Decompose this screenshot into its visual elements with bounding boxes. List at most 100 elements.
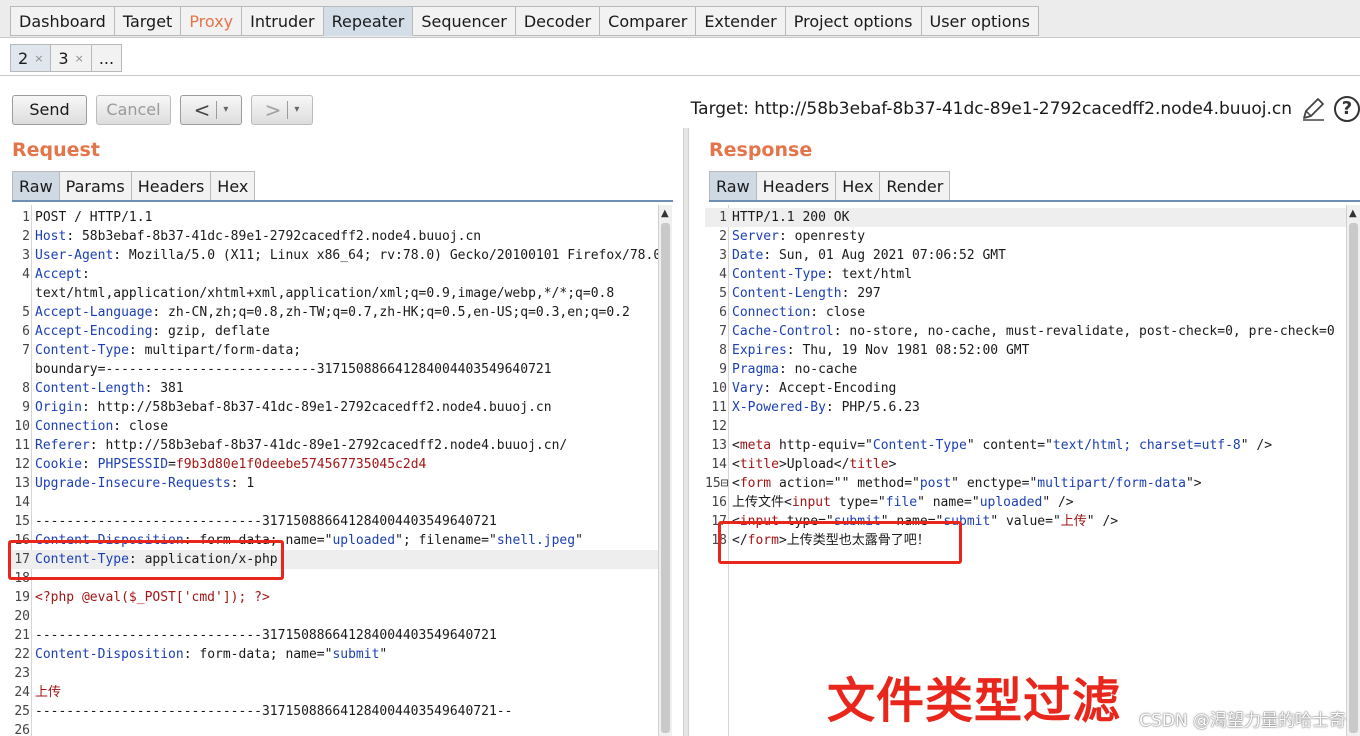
tab-repeater[interactable]: Repeater bbox=[323, 6, 414, 36]
code-token: boundary=---------------------------3171… bbox=[35, 362, 552, 377]
code-token: : http://58b3ebaf-8b37-41dc-89e1-2792cac… bbox=[89, 438, 568, 453]
code-token: X-Powered-By bbox=[732, 400, 826, 415]
response-tab-hex[interactable]: Hex bbox=[836, 171, 881, 201]
history-forward-button[interactable]: > ▾ bbox=[251, 95, 313, 125]
code-line: 11 X-Powered-By: PHP/5.6.23 bbox=[705, 398, 1346, 417]
line-number: 22 bbox=[14, 647, 30, 662]
repeater-tab[interactable]: ... bbox=[91, 44, 123, 72]
code-token: Host bbox=[35, 229, 67, 244]
code-token: meta bbox=[739, 438, 772, 453]
code-token: Content-Type bbox=[732, 267, 826, 282]
code-token: text/html,application/xhtml+xml,applicat… bbox=[35, 286, 615, 301]
help-icon[interactable]: ? bbox=[1334, 96, 1360, 122]
request-scrollbar[interactable]: ▲ bbox=[658, 205, 672, 736]
code-token: " /> bbox=[1042, 495, 1074, 510]
response-message-highlight-box bbox=[718, 521, 962, 564]
repeater-tab[interactable]: 3 × bbox=[51, 44, 92, 72]
tab-intruder[interactable]: Intruder bbox=[242, 6, 324, 36]
response-tab-raw[interactable]: Raw bbox=[709, 171, 757, 201]
response-tab-headers[interactable]: Headers bbox=[756, 171, 837, 201]
code-token: uploaded bbox=[332, 533, 396, 548]
code-token: HTTP/1.1 200 OK bbox=[732, 210, 850, 225]
code-token: -----------------------------31715088664… bbox=[35, 514, 497, 529]
request-tab-raw[interactable]: Raw bbox=[12, 171, 60, 201]
code-token: "> bbox=[1185, 476, 1202, 491]
tab-target[interactable]: Target bbox=[114, 6, 182, 36]
tab-extender[interactable]: Extender bbox=[696, 6, 786, 36]
button-separator bbox=[216, 101, 218, 119]
code-line: 9 Origin: http://58b3ebaf-8b37-41dc-89e1-… bbox=[8, 398, 658, 417]
close-icon[interactable]: × bbox=[75, 45, 84, 72]
code-token: " bbox=[966, 438, 983, 453]
code-line: 1 POST / HTTP/1.1 bbox=[8, 208, 658, 227]
line-content: <form action="" method="post" enctype="m… bbox=[732, 474, 1202, 493]
cancel-button[interactable]: Cancel bbox=[96, 95, 171, 125]
code-token: : form-data; name=" bbox=[183, 647, 333, 662]
scrollbar-thumb[interactable] bbox=[1349, 223, 1358, 733]
code-token: Upgrade-Insecure-Requests bbox=[35, 476, 231, 491]
line-content: -----------------------------31715088664… bbox=[35, 512, 497, 531]
tab-sequencer[interactable]: Sequencer bbox=[413, 6, 516, 36]
code-line: text/html,application/xhtml+xml,applicat… bbox=[8, 284, 658, 303]
request-editor[interactable]: 1 POST / HTTP/1.1 2 Host: 58b3ebaf-8b37-41d… bbox=[8, 205, 658, 736]
response-editor[interactable]: 1 HTTP/1.1 200 OK 2 Server: openresty 3 Date:… bbox=[705, 205, 1346, 736]
code-line: boundary=---------------------------3171… bbox=[8, 360, 658, 379]
line-content: HTTP/1.1 200 OK bbox=[732, 208, 849, 227]
line-number: 11 bbox=[711, 400, 727, 415]
line-content: Content-Type: multipart/form-data; bbox=[35, 341, 301, 360]
close-icon[interactable]: × bbox=[34, 45, 43, 72]
code-token: : Mozilla/5.0 (X11; Linux x86_64; rv:78.… bbox=[113, 248, 658, 263]
line-content: text/html,application/xhtml+xml,applicat… bbox=[35, 284, 614, 303]
repeater-tab-label: 2 bbox=[18, 48, 29, 68]
code-token: text/html; charset=utf-8 bbox=[1052, 438, 1241, 453]
code-token: f9b3d80e1f0deebe574567735045c2d4 bbox=[175, 457, 427, 472]
line-number: 6 bbox=[22, 324, 30, 339]
code-token: < bbox=[732, 476, 740, 491]
line-number: 10 bbox=[14, 419, 30, 434]
send-button[interactable]: Send bbox=[12, 95, 87, 125]
split-pane-divider[interactable] bbox=[683, 128, 689, 736]
tab-dashboard[interactable]: Dashboard bbox=[10, 6, 115, 36]
line-content: Expires: Thu, 19 Nov 1981 08:52:00 GMT bbox=[732, 341, 1029, 360]
line-content: Content-Length: 381 bbox=[35, 379, 184, 398]
history-back-button[interactable]: < ▾ bbox=[180, 95, 242, 125]
line-number: 19 bbox=[14, 590, 30, 605]
code-line: 2 Host: 58b3ebaf-8b37-41dc-89e1-2792caced… bbox=[8, 227, 658, 246]
scroll-up-icon[interactable]: ▲ bbox=[661, 208, 669, 219]
line-number: 9 bbox=[22, 400, 30, 415]
code-token: Expires bbox=[732, 343, 787, 358]
chevron-down-icon[interactable]: ▾ bbox=[223, 96, 228, 124]
tab-decoder[interactable]: Decoder bbox=[515, 6, 601, 36]
line-number: 23 bbox=[14, 666, 30, 681]
scrollbar-thumb[interactable] bbox=[661, 223, 670, 733]
code-token: " value=" bbox=[990, 514, 1061, 529]
tab-project-options[interactable]: Project options bbox=[785, 6, 922, 36]
pencil-icon[interactable] bbox=[1300, 96, 1326, 122]
request-tab-headers[interactable]: Headers bbox=[131, 171, 212, 201]
request-tab-params[interactable]: Params bbox=[59, 171, 132, 201]
code-token: submit bbox=[332, 647, 380, 662]
tab-user-options[interactable]: User options bbox=[921, 6, 1039, 36]
chevron-down-icon[interactable]: ▾ bbox=[294, 96, 299, 124]
repeater-tab-label: 3 bbox=[58, 48, 69, 68]
code-token: Content-Disposition bbox=[35, 647, 184, 662]
repeater-tab[interactable]: 2 × bbox=[10, 44, 52, 72]
code-token: : openresty bbox=[778, 229, 866, 244]
response-tab-render[interactable]: Render bbox=[880, 171, 951, 201]
code-line: 6 Accept-Encoding: gzip, deflate bbox=[8, 322, 658, 341]
tab-proxy[interactable]: Proxy bbox=[181, 6, 243, 36]
scroll-up-icon[interactable]: ▲ bbox=[1349, 208, 1357, 219]
request-tab-hex[interactable]: Hex bbox=[211, 171, 256, 201]
line-content: Host: 58b3ebaf-8b37-41dc-89e1-2792cacedf… bbox=[35, 227, 481, 246]
watermark: CSDN @渴望力量的哈士奇 bbox=[1139, 711, 1346, 731]
code-token: POST / HTTP/1.1 bbox=[35, 210, 153, 225]
response-scrollbar[interactable]: ▲ bbox=[1346, 205, 1360, 736]
line-number: 7 bbox=[22, 343, 30, 358]
line-content: Referer: http://58b3ebaf-8b37-41dc-89e1-… bbox=[35, 436, 567, 455]
code-token: Content-Type bbox=[35, 343, 129, 358]
tab-comparer[interactable]: Comparer bbox=[600, 6, 697, 36]
code-line: 9 Pragma: no-cache bbox=[705, 360, 1346, 379]
line-number: 8 bbox=[719, 343, 727, 358]
line-content: X-Powered-By: PHP/5.6.23 bbox=[732, 398, 920, 417]
line-number: 7 bbox=[719, 324, 727, 339]
